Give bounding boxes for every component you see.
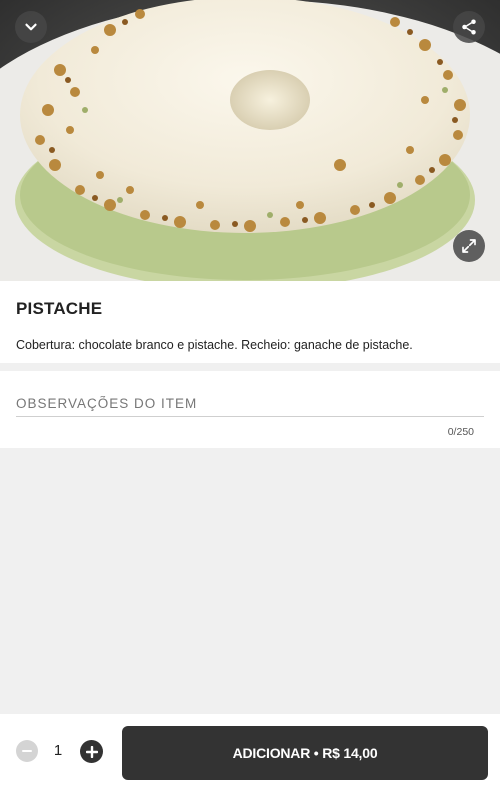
add-to-cart-button[interactable]: ADICIONAR • R$ 14,00 — [122, 726, 488, 780]
quantity-value: 1 — [53, 742, 63, 759]
share-icon — [462, 19, 476, 35]
product-info: PISTACHE Cobertura: chocolate branco e p… — [0, 281, 500, 363]
increase-quantity-button[interactable] — [80, 740, 103, 763]
plus-icon — [85, 745, 98, 758]
chevron-down-icon — [25, 23, 37, 31]
product-title: PISTACHE — [16, 299, 103, 318]
product-description: Cobertura: chocolate branco e pistache. … — [16, 338, 413, 352]
collapse-button[interactable] — [15, 11, 47, 43]
item-notes-section: 0/250 — [0, 371, 500, 448]
bottom-action-bar: 1 ADICIONAR • R$ 14,00 — [0, 714, 500, 786]
notes-char-counter: 0/250 — [447, 426, 474, 438]
item-notes-input[interactable] — [16, 396, 484, 417]
product-image — [0, 0, 500, 281]
expand-image-button[interactable] — [453, 230, 485, 262]
share-button[interactable] — [453, 11, 485, 43]
minus-icon — [22, 749, 32, 753]
expand-icon — [462, 239, 476, 253]
decrease-quantity-button[interactable] — [16, 740, 38, 762]
donut-photo — [0, 0, 500, 281]
